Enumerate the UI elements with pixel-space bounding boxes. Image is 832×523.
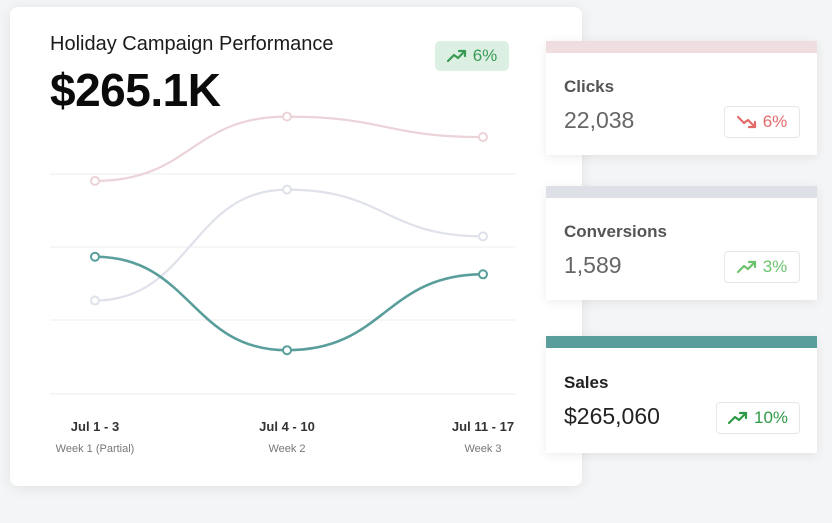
data-point-sales[interactable] xyxy=(478,269,488,280)
kpi-label: Conversions xyxy=(564,222,667,241)
x-tick-date: Jul 4 - 10 xyxy=(259,419,315,434)
campaign-performance-card: Holiday Campaign Performance $265.1K 6% … xyxy=(10,7,582,486)
kpi-trend-badge: 3% xyxy=(724,251,800,283)
kpi-label: Sales xyxy=(564,373,609,392)
data-point-conversions[interactable] xyxy=(90,295,100,306)
series-line-sales xyxy=(94,255,484,352)
kpi-card-clicks[interactable]: Clicks 22,038 6% xyxy=(546,41,817,155)
series-line-clicks xyxy=(94,115,484,182)
series-line-conversions xyxy=(94,188,484,302)
data-point-clicks[interactable] xyxy=(282,111,292,122)
kpi-color-bar xyxy=(546,336,817,348)
kpi-color-bar xyxy=(546,41,817,53)
kpi-card-conversions[interactable]: Conversions 1,589 3% xyxy=(546,186,817,300)
trend-down-icon xyxy=(736,115,756,129)
kpi-value: $265,060 xyxy=(564,403,660,429)
data-point-clicks[interactable] xyxy=(90,175,100,186)
kpi-value: 22,038 xyxy=(564,107,635,133)
kpi-card-sales[interactable]: Sales $265,060 10% xyxy=(546,336,817,453)
x-tick-label: Jul 1 - 3 Week 1 (Partial) xyxy=(35,419,155,455)
kpi-trend-badge: 6% xyxy=(724,106,800,138)
kpi-label: Clicks xyxy=(564,77,615,96)
data-point-sales[interactable] xyxy=(282,345,292,356)
x-tick-label: Jul 4 - 10 Week 2 xyxy=(227,419,347,455)
x-tick-week: Week 2 xyxy=(268,443,306,455)
kpi-trend-value: 10% xyxy=(753,408,789,427)
line-chart xyxy=(50,111,515,395)
x-tick-label: Jul 11 - 17 Week 3 xyxy=(423,419,543,455)
data-point-conversions[interactable] xyxy=(478,231,488,242)
x-tick-date: Jul 11 - 17 xyxy=(451,419,515,434)
data-point-conversions[interactable] xyxy=(282,184,292,195)
kpi-trend-badge: 10% xyxy=(716,402,800,434)
kpi-trend-value: 6% xyxy=(762,112,788,131)
data-point-clicks[interactable] xyxy=(478,132,488,143)
kpi-trend-value: 3% xyxy=(762,257,788,276)
data-point-sales[interactable] xyxy=(90,251,100,262)
x-tick-week: Week 3 xyxy=(464,443,502,455)
trend-up-icon xyxy=(727,411,748,425)
trend-up-icon xyxy=(736,260,756,274)
x-tick-date: Jul 1 - 3 xyxy=(70,419,120,434)
x-tick-week: Week 1 (Partial) xyxy=(55,443,135,455)
kpi-value: 1,589 xyxy=(564,252,622,278)
kpi-color-bar xyxy=(546,186,817,198)
